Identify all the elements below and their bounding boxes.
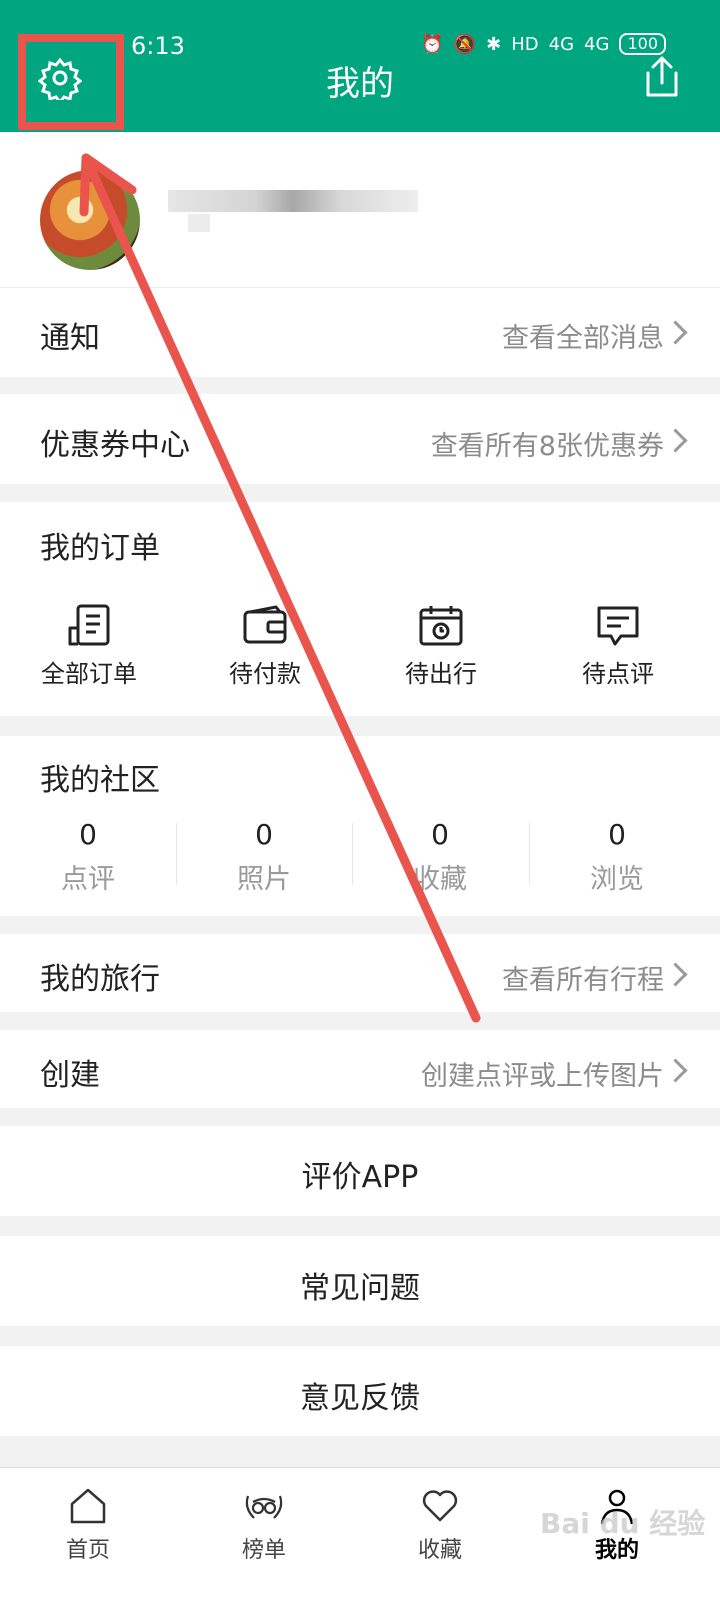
page-title: 我的 — [326, 64, 394, 104]
travel-link[interactable]: 查看所有行程 — [502, 958, 664, 997]
tab-saved[interactable]: 收藏 — [380, 1486, 500, 1564]
stat-reviews-label: 点评 — [61, 864, 115, 895]
stat-saves-label: 收藏 — [413, 864, 467, 895]
battery-icon: 100 — [619, 33, 666, 55]
order-pending-payment[interactable]: 待付款 — [200, 604, 330, 689]
calendar-clock-icon — [419, 606, 463, 646]
order-pending-payment-label: 待付款 — [229, 660, 301, 688]
create-link[interactable]: 创建点评或上传图片 — [421, 1054, 664, 1093]
feedback-label[interactable]: 意见反馈 — [0, 1373, 720, 1417]
stat-views[interactable]: 0 浏览 — [529, 818, 705, 896]
username-blurred — [168, 190, 418, 212]
notifications-title: 通知 — [40, 321, 100, 356]
stat-reviews[interactable]: 0 点评 — [0, 818, 176, 896]
stat-saves-value: 0 — [431, 818, 449, 851]
signal-icon-1: 4G — [548, 33, 575, 55]
alarm-icon: ⏰ — [421, 33, 444, 55]
coupons-link[interactable]: 查看所有8张优惠券 — [431, 424, 664, 463]
chat-bubble-icon — [597, 606, 639, 646]
notifications-link[interactable]: 查看全部消息 — [502, 316, 664, 355]
avatar[interactable] — [40, 170, 140, 270]
share-icon[interactable] — [640, 55, 684, 99]
username-blurred-tail — [188, 214, 210, 232]
order-upcoming[interactable]: 待出行 — [376, 604, 506, 689]
travel-title: 我的旅行 — [40, 962, 160, 997]
order-upcoming-label: 待出行 — [405, 660, 477, 688]
tab-rankings-label: 榜单 — [241, 1538, 286, 1563]
community-title: 我的社区 — [40, 763, 160, 798]
rate-app-label[interactable]: 评价APP — [0, 1152, 720, 1196]
mute-icon: 🔕 — [453, 33, 477, 55]
stat-reviews-value: 0 — [79, 818, 97, 851]
faq-label[interactable]: 常见问题 — [0, 1263, 720, 1307]
tab-rankings[interactable]: 榜单 — [204, 1486, 324, 1564]
document-list-icon — [68, 604, 110, 646]
stat-saves[interactable]: 0 收藏 — [352, 818, 528, 896]
status-bar-icons: ⏰ 🔕 ✱ HD 4G 4G 100 — [421, 33, 666, 55]
owl-laurel-icon — [245, 1495, 283, 1519]
stat-photos-value: 0 — [255, 818, 273, 851]
stat-views-value: 0 — [608, 818, 626, 851]
coupons-title: 优惠券中心 — [40, 428, 190, 463]
order-to-review[interactable]: 待点评 — [553, 604, 683, 689]
wallet-icon — [243, 605, 287, 644]
bluetooth-icon: ✱ — [486, 33, 502, 55]
heart-icon — [422, 1490, 458, 1522]
order-all-label: 全部订单 — [41, 660, 137, 688]
watermark-text: Bai du 经验 — [540, 1507, 706, 1540]
tab-home-label: 首页 — [65, 1538, 110, 1563]
order-to-review-label: 待点评 — [582, 660, 654, 688]
order-all[interactable]: 全部订单 — [24, 604, 154, 689]
stat-views-label: 浏览 — [590, 864, 644, 895]
tab-saved-label: 收藏 — [417, 1538, 462, 1563]
home-icon — [70, 1488, 106, 1524]
tab-home[interactable]: 首页 — [28, 1486, 148, 1564]
create-title: 创建 — [40, 1058, 100, 1093]
stat-photos[interactable]: 0 照片 — [176, 818, 352, 896]
signal-icon-2: 4G — [584, 33, 610, 55]
orders-title: 我的订单 — [40, 531, 160, 566]
stat-photos-label: 照片 — [237, 864, 291, 895]
hd-icon: HD — [511, 33, 539, 55]
